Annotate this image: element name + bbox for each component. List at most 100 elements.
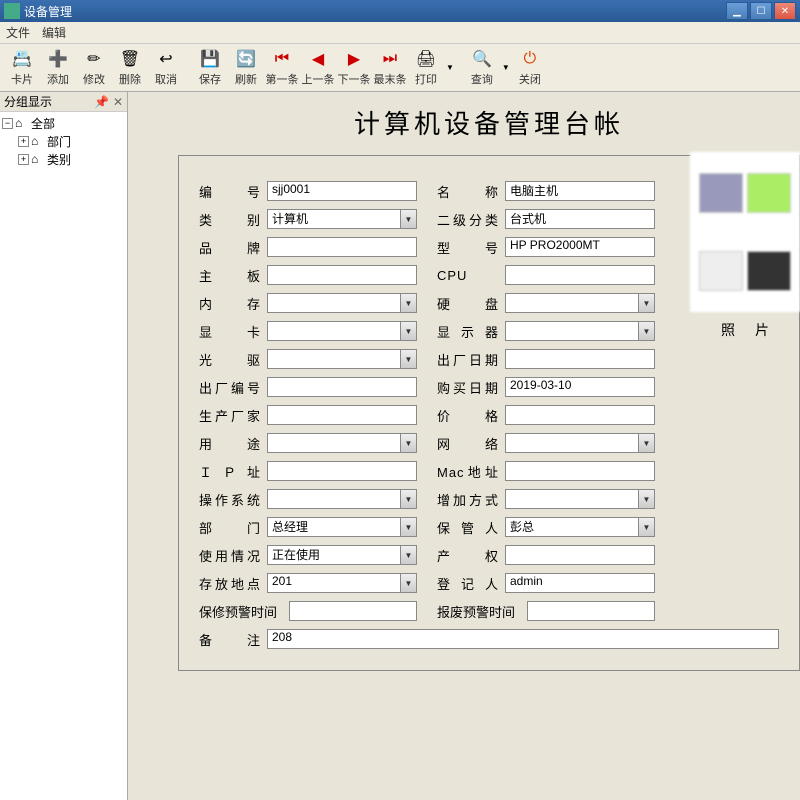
usage-label: 用 途 (199, 434, 267, 453)
add-button[interactable]: ➕添加 (40, 46, 76, 90)
chevron-down-icon[interactable]: ▼ (638, 490, 654, 508)
tree-node-label: 类别 (47, 151, 71, 168)
addmethod-input[interactable]: ▼ (505, 489, 655, 509)
menu-edit[interactable]: 编辑 (42, 24, 66, 41)
next-icon: ▶ (344, 49, 364, 69)
name-label: 名 称 (437, 182, 505, 201)
chevron-down-icon[interactable]: ▼ (638, 434, 654, 452)
cpu-input[interactable] (505, 265, 655, 285)
mfgdate-label: 出厂日期 (437, 350, 505, 369)
delete-button[interactable]: 🗑删除 (112, 46, 148, 90)
model-label: 型 号 (437, 238, 505, 257)
chevron-down-icon[interactable]: ▼ (400, 518, 416, 536)
os-label: 操作系统 (199, 490, 267, 509)
card-button[interactable]: 📇卡片 (4, 46, 40, 90)
titlebar: 设备管理 ▁ ☐ ✕ (0, 0, 800, 22)
save-button[interactable]: 💾保存 (192, 46, 228, 90)
gpu-input[interactable]: ▼ (267, 321, 417, 341)
category-input[interactable]: 计算机▼ (267, 209, 417, 229)
brand-input[interactable] (267, 237, 417, 257)
minimize-button[interactable]: ▁ (726, 2, 748, 20)
chevron-down-icon[interactable]: ▼ (400, 322, 416, 340)
pin-icon[interactable]: 📌 (94, 95, 109, 109)
chevron-down-icon[interactable]: ▼ (400, 574, 416, 592)
serial-input[interactable] (267, 377, 417, 397)
chevron-down-icon[interactable]: ▼ (638, 518, 654, 536)
first-button[interactable]: ⏮第一条 (264, 46, 300, 90)
usage-input[interactable]: ▼ (267, 433, 417, 453)
sidebar: 分组显示 📌✕ − ⌂ 全部 + ⌂ 部门 + ⌂ 类别 (0, 92, 128, 800)
cpu-label: CPU (437, 268, 505, 283)
chevron-down-icon[interactable]: ▼ (400, 434, 416, 452)
photo-box[interactable] (690, 152, 800, 312)
model-input[interactable]: HP PRO2000MT (505, 237, 655, 257)
monitor-input[interactable]: ▼ (505, 321, 655, 341)
scrap-input[interactable] (527, 601, 655, 621)
subcat-label: 二级分类 (437, 210, 505, 229)
tree-node-dept[interactable]: + ⌂ 部门 (2, 132, 125, 150)
expand-icon[interactable]: + (18, 136, 29, 147)
chevron-down-icon[interactable]: ▼ (400, 546, 416, 564)
close-window-button[interactable]: ✕ (774, 2, 796, 20)
status-input[interactable]: 正在使用▼ (267, 545, 417, 565)
print-button[interactable]: 🖨打印 (408, 46, 444, 90)
addmethod-label: 增加方式 (437, 490, 505, 509)
chevron-down-icon[interactable]: ▼ (400, 350, 416, 368)
mfgdate-input[interactable] (505, 349, 655, 369)
subcat-input[interactable]: 台式机 (505, 209, 655, 229)
warranty-input[interactable] (289, 601, 417, 621)
network-input[interactable]: ▼ (505, 433, 655, 453)
id-input[interactable]: sjj0001 (267, 181, 417, 201)
cancel-button[interactable]: ↩取消 (148, 46, 184, 90)
os-input[interactable]: ▼ (267, 489, 417, 509)
close-button[interactable]: ⏻关闭 (512, 46, 548, 90)
chevron-down-icon[interactable]: ▼ (638, 294, 654, 312)
memory-input[interactable]: ▼ (267, 293, 417, 313)
card-icon: 📇 (12, 49, 32, 69)
remark-input[interactable]: 208 (267, 629, 779, 649)
gpu-label: 显 卡 (199, 322, 267, 341)
cdrom-input[interactable]: ▼ (267, 349, 417, 369)
maximize-button[interactable]: ☐ (750, 2, 772, 20)
undo-icon: ↩ (156, 49, 176, 69)
mainboard-label: 主 板 (199, 266, 267, 285)
collapse-icon[interactable]: − (2, 118, 13, 129)
hdd-input[interactable]: ▼ (505, 293, 655, 313)
tree-node-category[interactable]: + ⌂ 类别 (2, 150, 125, 168)
refresh-button[interactable]: 🔄刷新 (228, 46, 264, 90)
price-label: 价 格 (437, 406, 505, 425)
last-button[interactable]: ⏭最末条 (372, 46, 408, 90)
mainboard-input[interactable] (267, 265, 417, 285)
location-input[interactable]: 201▼ (267, 573, 417, 593)
tree-node-label: 部门 (47, 133, 71, 150)
expand-icon[interactable]: + (18, 154, 29, 165)
query-button[interactable]: 🔍查询 (464, 46, 500, 90)
warranty-label: 保修预警时间 (199, 602, 289, 621)
modify-button[interactable]: ✏修改 (76, 46, 112, 90)
sidebar-close-icon[interactable]: ✕ (113, 95, 123, 109)
price-input[interactable] (505, 405, 655, 425)
keeper-input[interactable]: 彭总▼ (505, 517, 655, 537)
manufacturer-input[interactable] (267, 405, 417, 425)
chevron-down-icon[interactable]: ▼ (400, 210, 416, 228)
ip-input[interactable] (267, 461, 417, 481)
menu-file[interactable]: 文件 (6, 24, 30, 41)
chevron-down-icon[interactable]: ▼ (400, 294, 416, 312)
prev-button[interactable]: ◀上一条 (300, 46, 336, 90)
name-input[interactable]: 电脑主机 (505, 181, 655, 201)
photo-label: 照片 (690, 320, 800, 340)
photo-thumb (699, 251, 743, 291)
ownership-input[interactable] (505, 545, 655, 565)
registrar-input[interactable]: admin (505, 573, 655, 593)
monitor-label: 显示器 (437, 322, 505, 341)
query-dropdown-icon[interactable]: ▼ (500, 63, 512, 72)
chevron-down-icon[interactable]: ▼ (638, 322, 654, 340)
mac-input[interactable] (505, 461, 655, 481)
next-button[interactable]: ▶下一条 (336, 46, 372, 90)
buydate-input[interactable]: 2019-03-10 (505, 377, 655, 397)
tree-root[interactable]: − ⌂ 全部 (2, 114, 125, 132)
dept-input[interactable]: 总经理▼ (267, 517, 417, 537)
ip-label: ＩＰ址 (199, 462, 267, 481)
chevron-down-icon[interactable]: ▼ (400, 490, 416, 508)
print-dropdown-icon[interactable]: ▼ (444, 63, 456, 72)
